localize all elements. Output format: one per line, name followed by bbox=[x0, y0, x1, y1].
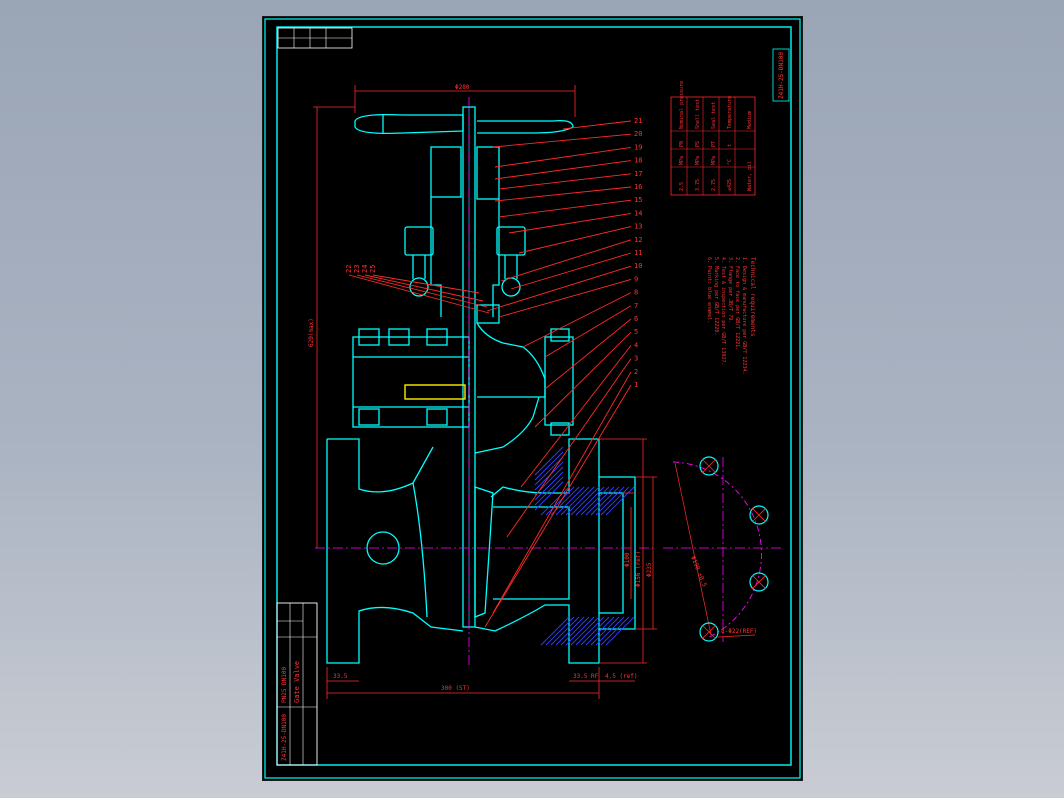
dim-od-1: Φ235 bbox=[646, 562, 653, 577]
dim-od-3: Φ100 bbox=[624, 552, 631, 567]
spec-cell: 3.75 bbox=[695, 179, 701, 191]
sheet-code-title: Z41H-25-DN100 bbox=[281, 714, 288, 761]
callout-6: 6 bbox=[634, 315, 638, 323]
dim-flange-right: 33.5 RF bbox=[573, 673, 599, 680]
dimension-texts: Φ280 620(max) 33.5 300 (ST) 33.5 RF 4.5 … bbox=[308, 84, 653, 692]
top-left-code-block bbox=[277, 27, 353, 49]
note-line-3: 3. Flange per JB/T 79. bbox=[727, 257, 733, 323]
dim-bolt-holes: 8-Φ22(REF) bbox=[721, 628, 757, 635]
dim-face-to-face: 300 (ST) bbox=[441, 685, 470, 692]
spec-cell: MPa bbox=[679, 156, 685, 165]
highlighted-packing bbox=[404, 384, 466, 400]
bolt-hole bbox=[699, 456, 719, 476]
note-line-4: 4. Test & inspection per GB/T 13927. bbox=[720, 257, 726, 365]
title-sub: PN25 DN100 bbox=[281, 666, 288, 703]
callout-11: 11 bbox=[634, 249, 642, 257]
spec-cell: Shell test bbox=[695, 99, 701, 129]
spec-cell: °C bbox=[727, 159, 733, 165]
spec-table: Nominal pressure PN MPa 2.5 Shell test PS MPa 3… bbox=[670, 81, 756, 196]
callout-23: 23 bbox=[353, 265, 361, 273]
note-line-1: 1. Design & manufacture per GB/T 12234. bbox=[741, 257, 747, 374]
callout-19: 19 bbox=[634, 143, 642, 151]
top-right-code-block: Z41H-25-DN100 bbox=[772, 48, 790, 102]
callout-21: 21 bbox=[634, 117, 642, 125]
drawing-sheet[interactable]: Z41H-25-DN100 1 2 3 4 5 6 7 8 9 10 11 12… bbox=[262, 16, 803, 781]
spec-cell: MPa bbox=[711, 156, 717, 165]
callout-17: 17 bbox=[634, 170, 642, 178]
callout-2: 2 bbox=[634, 368, 638, 376]
callout-15: 15 bbox=[634, 196, 642, 204]
callout-24: 24 bbox=[361, 265, 369, 273]
callout-5: 5 bbox=[634, 328, 638, 336]
cad-viewport[interactable]: Z41H-25-DN100 1 2 3 4 5 6 7 8 9 10 11 12… bbox=[0, 0, 1064, 798]
callout-18: 18 bbox=[634, 157, 642, 165]
dim-bolt-circle: Φ190 ±0.5 bbox=[689, 555, 708, 588]
spec-cell: t bbox=[727, 144, 733, 147]
spec-cell: Water, oil bbox=[747, 161, 753, 191]
callout-25: 25 bbox=[369, 265, 377, 273]
callout-16: 16 bbox=[634, 183, 642, 191]
callout-numbers-left: 22 23 24 25 bbox=[345, 265, 377, 273]
callout-numbers-right: 123456789101112131415161718192021 bbox=[634, 117, 642, 389]
callout-13: 13 bbox=[634, 223, 642, 231]
callout-10: 10 bbox=[634, 262, 642, 270]
callout-14: 14 bbox=[634, 209, 642, 217]
spec-cell: MPa bbox=[695, 156, 701, 165]
callout-3: 3 bbox=[634, 355, 638, 363]
bolt-hole bbox=[749, 572, 769, 592]
callout-20: 20 bbox=[634, 130, 642, 138]
callout-7: 7 bbox=[634, 302, 638, 310]
spec-cell: 2.75 bbox=[711, 179, 717, 191]
spec-cell: PT bbox=[711, 141, 717, 147]
note-line-6: 6. Paint: blue enamel. bbox=[706, 257, 712, 323]
spec-cell: 2.5 bbox=[679, 182, 685, 191]
dim-raised-face: 4.5 (ref) bbox=[605, 673, 638, 680]
title-name: Gate Valve bbox=[293, 661, 301, 703]
dim-od-2: Φ156 (ref) bbox=[635, 551, 642, 587]
valve-body bbox=[326, 106, 636, 664]
dim-overall-height: 620(max) bbox=[308, 318, 315, 347]
spec-cell: PN bbox=[679, 141, 685, 147]
flange-end-view: Φ190 ±0.5 8-Φ22(REF) bbox=[672, 461, 762, 638]
callout-8: 8 bbox=[634, 289, 638, 297]
flange-bolt-holes bbox=[699, 456, 769, 642]
dim-top-width: Φ280 bbox=[455, 84, 470, 91]
notes-heading: Technical requirements bbox=[749, 257, 756, 337]
valve-assembly-drawing: Z41H-25-DN100 12345678910111213141516171… bbox=[264, 18, 801, 779]
callout-9: 9 bbox=[634, 275, 638, 283]
callout-4: 4 bbox=[634, 341, 638, 349]
spec-cell: PS bbox=[695, 141, 701, 147]
callout-leaders bbox=[348, 120, 632, 628]
callout-22: 22 bbox=[345, 265, 353, 273]
spec-cell: Temperature bbox=[727, 96, 733, 129]
inner-border bbox=[276, 26, 792, 766]
note-line-2: 2. Face to face per GB/T 12221. bbox=[734, 257, 740, 350]
technical-notes: Technical requirements 1. Design & manuf… bbox=[706, 257, 756, 374]
spec-cell: Nominal pressure bbox=[679, 81, 685, 129]
sheet-code-top: Z41H-25-DN100 bbox=[778, 52, 785, 99]
spec-cell: ≤425 bbox=[727, 179, 733, 191]
dim-flange-left: 33.5 bbox=[333, 673, 348, 680]
title-block: Gate Valve PN25 DN100 Z41H-25-DN100 bbox=[276, 602, 318, 766]
spec-cell: Medium bbox=[747, 111, 753, 129]
callout-12: 12 bbox=[634, 236, 642, 244]
note-line-5: 5. Marking per GB/T 12220. bbox=[713, 257, 719, 335]
callout-1: 1 bbox=[634, 381, 638, 389]
spec-cell: Seal test bbox=[711, 102, 717, 129]
